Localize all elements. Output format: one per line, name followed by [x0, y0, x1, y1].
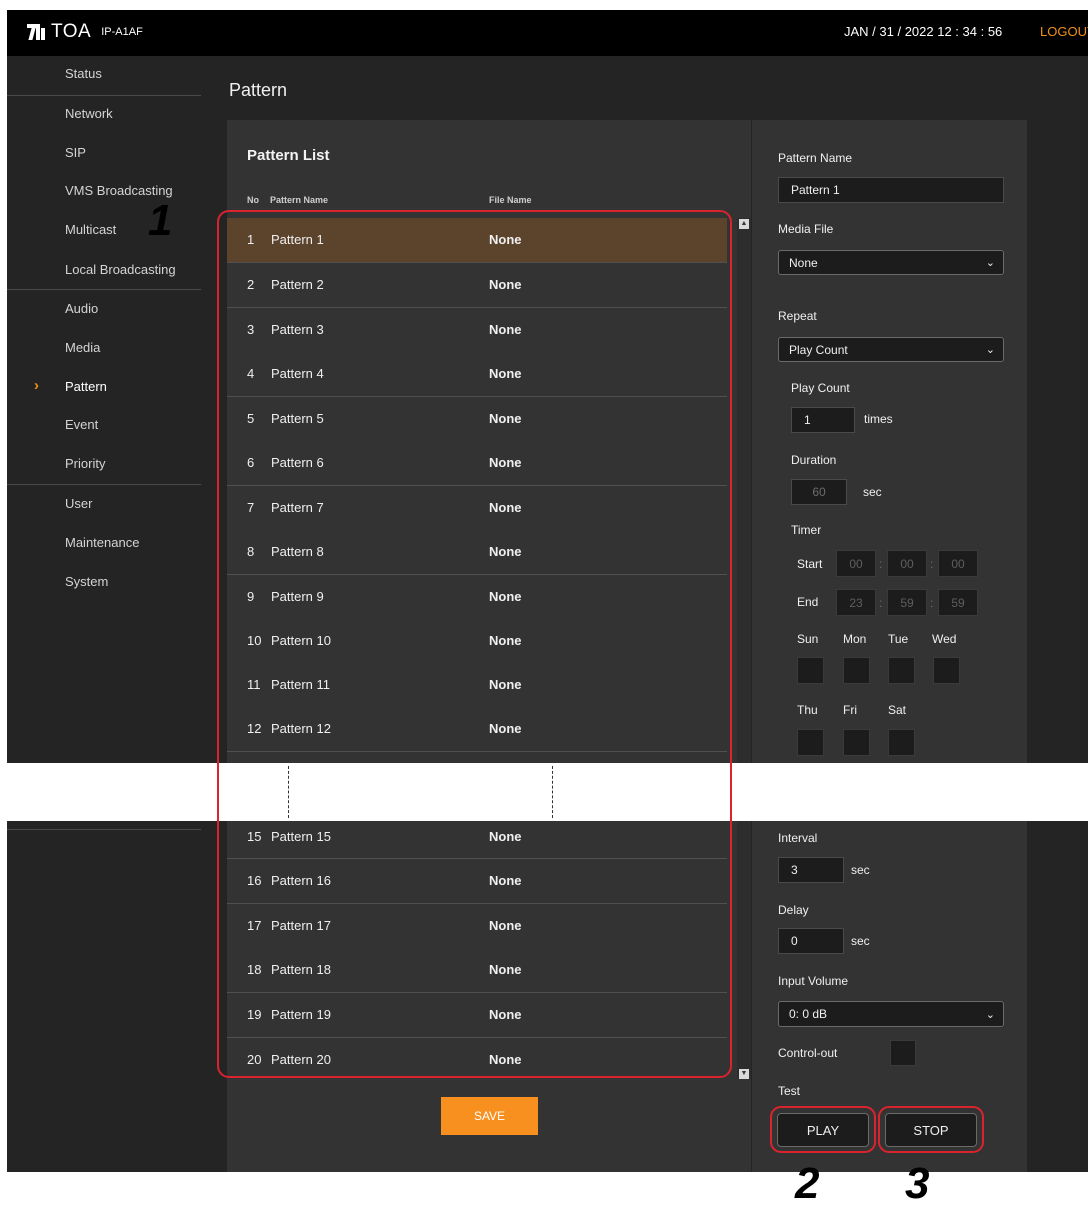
logout-link[interactable]: LOGOUT	[1040, 24, 1088, 39]
brand-name: TOA	[51, 21, 92, 42]
start-hour-input[interactable]: 00	[836, 550, 876, 577]
sidebar-item-media[interactable]: Media	[65, 338, 100, 358]
repeat-label: Repeat	[778, 309, 817, 323]
datetime-display: JAN / 31 / 2022 12 : 34 : 56	[844, 24, 1003, 39]
day-label-wed: Wed	[932, 632, 957, 646]
sidebar-item-user[interactable]: User	[65, 494, 92, 514]
day-checkbox-sun[interactable]	[797, 657, 824, 684]
pattern-list-title: Pattern List	[247, 147, 330, 164]
scroll-down-icon[interactable]: ▼	[739, 1069, 749, 1079]
media-file-select[interactable]: None ⌄	[778, 250, 1004, 275]
list-scrollbar[interactable]	[737, 218, 751, 763]
day-checkbox-tue[interactable]	[888, 657, 915, 684]
chevron-down-icon: ⌄	[985, 1008, 995, 1021]
timer-label: Timer	[791, 523, 822, 537]
active-chevron-icon: ›	[34, 377, 39, 394]
repeat-value: Play Count	[789, 342, 848, 357]
day-checkbox-mon[interactable]	[843, 657, 870, 684]
save-button[interactable]: SAVE	[441, 1097, 538, 1135]
time-colon: :	[879, 596, 883, 610]
chevron-down-icon: ⌄	[985, 344, 995, 356]
interval-sec-unit: sec	[851, 863, 870, 877]
sidebar-item-status[interactable]: Status	[65, 64, 102, 84]
duration-sec-unit: sec	[863, 485, 882, 499]
time-colon: :	[930, 557, 934, 571]
sidebar-divider	[7, 95, 201, 96]
interval-label: Interval	[778, 831, 818, 845]
time-colon: :	[879, 557, 883, 571]
times-unit: times	[864, 412, 893, 426]
sidebar-item-maintenance[interactable]: Maintenance	[65, 533, 139, 553]
sidebar-divider	[7, 829, 201, 830]
sidebar-item-system[interactable]: System	[65, 572, 108, 592]
end-hour-input[interactable]: 23	[836, 589, 876, 616]
day-label-thu: Thu	[797, 703, 818, 717]
play-button[interactable]: PLAY	[777, 1113, 869, 1147]
page-title: Pattern	[229, 80, 288, 100]
interval-input[interactable]: 3	[778, 857, 844, 883]
callout-number-1: 1	[148, 196, 173, 245]
column-header-no: No	[247, 195, 259, 205]
chevron-down-icon: ⌄	[985, 257, 995, 269]
day-label-sun: Sun	[797, 632, 819, 646]
sidebar-item-multicast[interactable]: Multicast	[65, 220, 116, 240]
pattern-name-input[interactable]: Pattern 1	[778, 177, 1004, 203]
sidebar-item-network[interactable]: Network	[65, 104, 113, 124]
brand-logo: TOA IP-A1AF	[27, 18, 143, 46]
media-file-label: Media File	[778, 222, 834, 236]
timer-start-label: Start	[797, 557, 823, 571]
sidebar-item-sip[interactable]: SIP	[65, 143, 86, 163]
start-second-input[interactable]: 00	[938, 550, 978, 577]
time-colon: :	[930, 596, 934, 610]
repeat-select[interactable]: Play Count ⌄	[778, 337, 1004, 362]
control-out-label: Control-out	[778, 1046, 838, 1060]
delay-sec-unit: sec	[851, 934, 870, 948]
column-header-pattern-name: Pattern Name	[270, 195, 329, 205]
day-checkbox-sat[interactable]	[888, 729, 915, 756]
sidebar-item-event[interactable]: Event	[65, 415, 98, 435]
input-volume-label: Input Volume	[778, 974, 849, 988]
start-minute-input[interactable]: 00	[887, 550, 927, 577]
duration-label: Duration	[791, 453, 837, 467]
day-checkbox-fri[interactable]	[843, 729, 870, 756]
sidebar-item-pattern[interactable]: Pattern	[65, 377, 107, 397]
day-label-tue: Tue	[888, 632, 909, 646]
callout-number-2: 2	[795, 1159, 820, 1208]
sidebar-item-audio[interactable]: Audio	[65, 299, 98, 319]
delay-input[interactable]: 0	[778, 928, 844, 954]
delay-label: Delay	[778, 903, 809, 917]
pattern-name-label: Pattern Name	[778, 151, 853, 165]
stop-button[interactable]: STOP	[885, 1113, 977, 1147]
day-label-mon: Mon	[843, 632, 867, 646]
input-volume-select[interactable]: 0: 0 dB ⌄	[778, 1001, 1004, 1027]
column-header-file-name: File Name	[489, 195, 532, 205]
day-label-sat: Sat	[888, 703, 907, 717]
end-second-input[interactable]: 59	[938, 589, 978, 616]
duration-input[interactable]: 60	[791, 479, 847, 505]
play-count-label: Play Count	[791, 381, 850, 395]
callout-highlight-list	[217, 210, 732, 1078]
sidebar-item-local-broadcasting[interactable]: Local Broadcasting	[65, 260, 176, 280]
scroll-up-icon[interactable]: ▲	[739, 219, 749, 229]
play-count-input[interactable]: 1	[791, 407, 855, 433]
toa-logo-icon	[27, 24, 45, 40]
sidebar-divider	[7, 289, 201, 290]
sidebar-divider	[7, 484, 201, 485]
day-checkbox-wed[interactable]	[933, 657, 960, 684]
list-scrollbar-lower[interactable]	[737, 821, 751, 1079]
test-label: Test	[778, 1084, 801, 1098]
media-file-value: None	[789, 255, 818, 270]
input-volume-value: 0: 0 dB	[789, 1007, 828, 1021]
model-name: IP-A1AF	[101, 26, 143, 38]
day-label-fri: Fri	[843, 703, 857, 717]
control-out-checkbox[interactable]	[890, 1040, 916, 1066]
callout-number-3: 3	[905, 1159, 930, 1208]
timer-end-label: End	[797, 595, 819, 609]
sidebar-item-priority[interactable]: Priority	[65, 454, 105, 474]
day-checkbox-thu[interactable]	[797, 729, 824, 756]
end-minute-input[interactable]: 59	[887, 589, 927, 616]
